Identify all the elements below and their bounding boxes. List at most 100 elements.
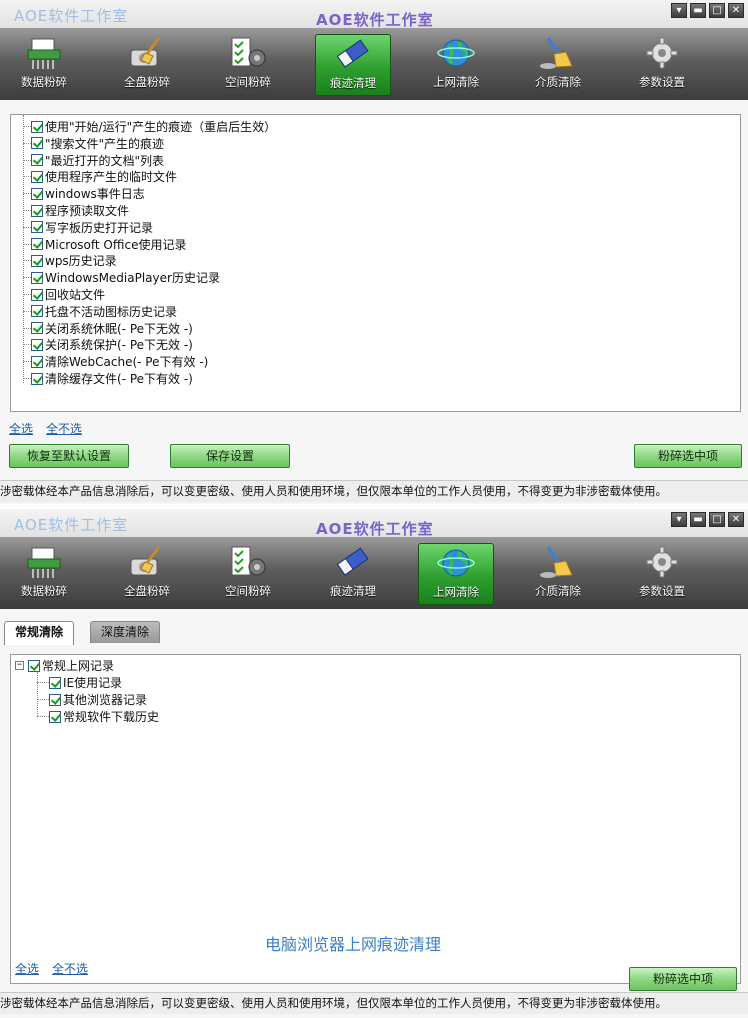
shred-selected-button[interactable]: 粉碎选中项: [634, 444, 742, 468]
save-settings-button[interactable]: 保存设置: [170, 444, 290, 468]
tree-root-row[interactable]: − 常规上网记录: [15, 657, 114, 674]
tool-settings[interactable]: 参数设置: [624, 34, 700, 96]
status-bar: 涉密载体经本产品信息消除后，可以变更密级、使用人员和使用环境，但仅限本单位的工作…: [0, 992, 748, 1014]
maximize-button[interactable]: □: [709, 512, 725, 527]
checkbox-checked[interactable]: [31, 238, 43, 251]
tree-child-label: 常规软件下载历史: [63, 710, 160, 724]
tool-full-disk-shred[interactable]: 全盘粉碎: [109, 34, 185, 96]
tool-internet-cleanup[interactable]: 上网清除: [418, 543, 494, 605]
main-toolbar: 数据粉碎 全盘粉碎 空间粉碎 痕迹清理 上网清除 介质清除 参数设置: [0, 28, 748, 100]
shredder-icon: [27, 547, 61, 578]
menu-button[interactable]: ▾: [671, 3, 687, 18]
checkbox-checked[interactable]: [31, 170, 43, 183]
checkbox-checked[interactable]: [49, 710, 61, 723]
maximize-button[interactable]: □: [709, 3, 725, 18]
checkbox-checked[interactable]: [31, 154, 43, 167]
tool-media-cleanup[interactable]: 介质清除: [520, 543, 596, 605]
trace-item-label: 关闭系统保护(- Pe下无效 -): [45, 338, 193, 353]
checkbox-checked[interactable]: [31, 137, 43, 150]
trace-item-label: 使用程序产生的临时文件: [45, 170, 178, 185]
tree-child-row[interactable]: IE使用记录: [49, 674, 122, 691]
tree-child-row[interactable]: 其他浏览器记录: [49, 691, 147, 708]
trace-item-row[interactable]: "最近打开的文档"列表: [31, 152, 164, 169]
shred-selected-button[interactable]: 粉碎选中项: [629, 967, 737, 991]
internet-record-tree[interactable]: − 常规上网记录 IE使用记录 其他浏览器记录 常规软件下载历史 电脑浏览器上网痕迹…: [10, 654, 741, 984]
checkbox-checked[interactable]: [31, 355, 43, 368]
trace-item-label: "搜索文件"产生的痕迹: [45, 136, 165, 151]
trace-item-row[interactable]: "搜索文件"产生的痕迹: [31, 135, 164, 152]
tool-data-shred[interactable]: 数据粉碎: [6, 543, 82, 605]
trace-item-row[interactable]: 托盘不活动图标历史记录: [31, 303, 177, 320]
checkbox-checked[interactable]: [49, 693, 61, 706]
checkbox-checked[interactable]: [31, 288, 43, 301]
close-button[interactable]: ✕: [728, 512, 744, 527]
tree-child-label: 其他浏览器记录: [63, 693, 148, 707]
window-trace-cleanup: AOE软件工作室 AOE软件工作室 ▾ ▬ □ ✕ 数据粉碎 全盘粉碎 空间粉碎…: [0, 0, 748, 504]
trace-item-list[interactable]: 使用"开始/运行"产生的痕迹（重启后生效） "搜索文件"产生的痕迹 "最近打开的文档…: [10, 114, 741, 412]
checkbox-checked[interactable]: [31, 372, 43, 385]
tool-space-shred[interactable]: 空间粉碎: [210, 34, 286, 96]
menu-button[interactable]: ▾: [671, 512, 687, 527]
trace-item-row[interactable]: 使用程序产生的临时文件: [31, 168, 177, 185]
close-button[interactable]: ✕: [728, 3, 744, 18]
select-none-link[interactable]: 全不选: [52, 960, 88, 977]
tool-label: 上网清除: [433, 585, 479, 599]
tab-deep-cleanup[interactable]: 深度清除: [90, 621, 161, 643]
minimize-button[interactable]: ▬: [690, 3, 706, 18]
checkbox-checked[interactable]: [31, 322, 43, 335]
trace-item-row[interactable]: Microsoft Office使用记录: [31, 236, 186, 253]
tool-internet-cleanup[interactable]: 上网清除: [418, 34, 494, 96]
minimize-button[interactable]: ▬: [690, 512, 706, 527]
title-bar: AOE软件工作室 AOE软件工作室 ▾ ▬ □ ✕: [0, 509, 748, 538]
tool-media-cleanup[interactable]: 介质清除: [520, 34, 596, 96]
tool-label: 空间粉碎: [225, 584, 271, 598]
checkbox-checked[interactable]: [31, 338, 43, 351]
select-all-link[interactable]: 全选: [9, 420, 33, 437]
eraser-icon: [336, 547, 369, 576]
trace-item-row[interactable]: 回收站文件: [31, 286, 105, 303]
trace-item-row[interactable]: 清除WebCache(- Pe下有效 -): [31, 353, 208, 370]
checkbox-checked[interactable]: [31, 187, 43, 200]
trace-item-label: WindowsMediaPlayer历史记录: [45, 271, 220, 286]
tree-root-label: 常规上网记录: [42, 659, 115, 673]
tool-space-shred[interactable]: 空间粉碎: [210, 543, 286, 605]
trace-item-row[interactable]: 清除缓存文件(- Pe下有效 -): [31, 370, 193, 387]
tool-label: 痕迹清理: [330, 76, 376, 90]
checkbox-checked[interactable]: [31, 271, 43, 284]
trace-item-row[interactable]: WindowsMediaPlayer历史记录: [31, 269, 220, 286]
trace-item-row[interactable]: 写字板历史打开记录: [31, 219, 153, 236]
tool-data-shred[interactable]: 数据粉碎: [6, 34, 82, 96]
checkbox-checked[interactable]: [28, 659, 40, 672]
checkbox-checked[interactable]: [31, 305, 43, 318]
trace-item-row[interactable]: wps历史记录: [31, 252, 117, 269]
trace-item-row[interactable]: windows事件日志: [31, 185, 145, 202]
checkbox-checked[interactable]: [31, 221, 43, 234]
checkbox-checked[interactable]: [49, 676, 61, 689]
gear-icon: [646, 546, 678, 578]
tool-trace-cleanup[interactable]: 痕迹清理: [315, 543, 391, 605]
trace-item-row[interactable]: 使用"开始/运行"产生的痕迹（重启后生效）: [31, 118, 276, 135]
select-none-link[interactable]: 全不选: [46, 420, 82, 437]
tool-trace-cleanup[interactable]: 痕迹清理: [315, 34, 391, 96]
app-title-center: AOE软件工作室: [316, 520, 434, 538]
tool-settings[interactable]: 参数设置: [624, 543, 700, 605]
app-title-left: AOE软件工作室: [14, 516, 129, 534]
tab-normal-cleanup[interactable]: 常规清除: [4, 621, 75, 645]
checklist-gear-icon: [231, 546, 266, 576]
trace-item-label: 使用"开始/运行"产生的痕迹（重启后生效）: [45, 120, 277, 134]
trace-item-row[interactable]: 程序预读取文件: [31, 202, 129, 219]
trace-item-row[interactable]: 关闭系统保护(- Pe下无效 -): [31, 336, 193, 353]
checkbox-checked[interactable]: [31, 204, 43, 217]
checkbox-checked[interactable]: [31, 120, 43, 133]
trace-item-row[interactable]: 关闭系统休眠(- Pe下无效 -): [31, 320, 193, 337]
cleanup-tabs: 常规清除 深度清除: [0, 621, 748, 645]
window-controls: ▾ ▬ □ ✕: [671, 512, 744, 527]
restore-default-button[interactable]: 恢复至默认设置: [9, 444, 129, 468]
tree-child-row[interactable]: 常规软件下载历史: [49, 708, 159, 725]
select-all-link[interactable]: 全选: [15, 960, 39, 977]
tool-full-disk-shred[interactable]: 全盘粉碎: [109, 543, 185, 605]
checkbox-checked[interactable]: [31, 254, 43, 267]
app-title-center: AOE软件工作室: [316, 11, 434, 29]
status-bar: 涉密载体经本产品信息消除后，可以变更密级、使用人员和使用环境，但仅限本单位的工作…: [0, 480, 748, 502]
collapse-icon[interactable]: −: [15, 661, 24, 670]
